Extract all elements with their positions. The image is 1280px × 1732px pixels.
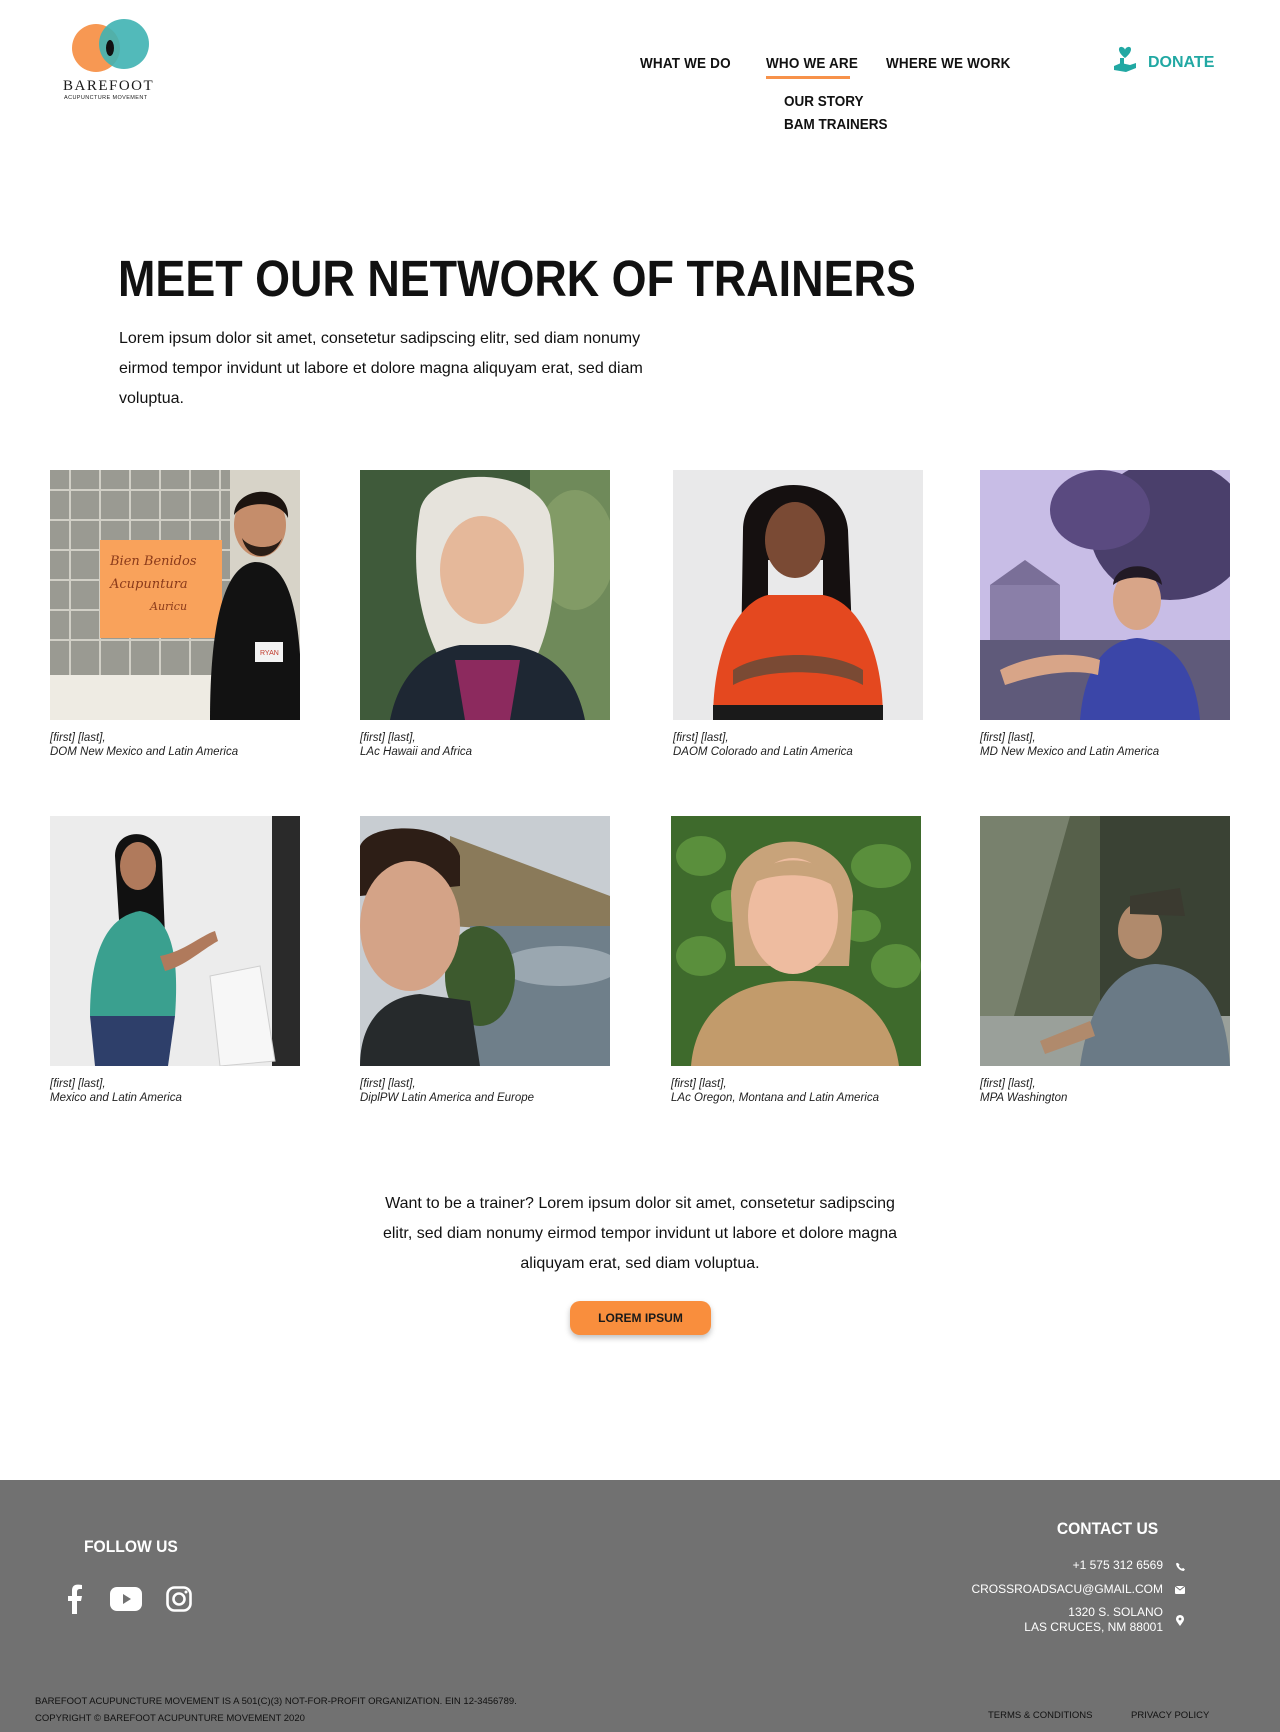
copyright: COPYRIGHT © BAREFOOT ACUPUNTURE MOVEMENT… xyxy=(35,1713,305,1724)
trainer-name: [first] [last], xyxy=(360,1078,416,1090)
contact-phone[interactable]: +1 575 312 6569 xyxy=(1073,1558,1163,1573)
privacy-link[interactable]: PRIVACY POLICY xyxy=(1131,1710,1209,1721)
trainer-credentials: MPA Washington xyxy=(980,1092,1068,1104)
intro-text: Lorem ipsum dolor sit amet, consetetur s… xyxy=(119,330,643,407)
trainer-card[interactable]: [first] [last], MD New Mexico and Latin … xyxy=(980,470,1230,759)
legal-line-1: BAREFOOT ACUPUNCTURE MOVEMENT IS A 501(C… xyxy=(35,1696,517,1707)
trainer-photo xyxy=(671,816,921,1066)
submenu-bam-trainers[interactable]: BAM TRAINERS xyxy=(784,116,888,133)
nav-where-we-work[interactable]: WHERE WE WORK xyxy=(886,55,1011,72)
trainer-name: [first] [last], xyxy=(980,1078,1036,1090)
instagram-icon[interactable] xyxy=(165,1584,193,1614)
contact-us-title: CONTACT US xyxy=(1056,1519,1158,1538)
logo-mark xyxy=(72,19,149,72)
nav-what-we-do[interactable]: WHAT WE DO xyxy=(640,55,731,72)
contact-address-line1: 1320 S. SOLANO xyxy=(1068,1605,1163,1619)
trainer-photo xyxy=(50,816,300,1066)
contact-email[interactable]: CROSSROADSACU@GMAIL.COM xyxy=(971,1582,1163,1597)
hand-heart-icon xyxy=(1112,46,1138,79)
trainer-credentials: DAOM Colorado and Latin America xyxy=(673,746,853,758)
trainer-card[interactable]: Bien Benidos Acupuntura Auricu RYAN [fir… xyxy=(50,470,300,759)
follow-us-title: FOLLOW US xyxy=(84,1537,178,1556)
brand-name: BAREFOOT xyxy=(63,78,155,94)
footer: FOLLOW US CONTACT US +1 575 312 6569 CRO… xyxy=(0,1480,1280,1732)
donate-label: DONATE xyxy=(1148,53,1215,71)
trainer-name: [first] [last], xyxy=(360,732,416,744)
trainer-card[interactable]: [first] [last], MPA Washington xyxy=(980,816,1230,1105)
youtube-icon[interactable] xyxy=(110,1584,142,1614)
trainer-name: [first] [last], xyxy=(980,732,1036,744)
sign-line-2: Acupuntura xyxy=(109,577,188,592)
legal-text: BAREFOOT ACUPUNCTURE MOVEMENT IS A 501(C… xyxy=(35,1693,517,1727)
trainer-name: [first] [last], xyxy=(671,1078,727,1090)
trainer-card[interactable]: [first] [last], DiplPW Latin America and… xyxy=(360,816,610,1105)
donate-button[interactable]: DONATE xyxy=(1112,46,1214,79)
contact-address-line2: LAS CRUCES, NM 88001 xyxy=(1024,1620,1163,1634)
trainer-credentials: DiplPW Latin America and Europe xyxy=(360,1092,535,1104)
trainer-photo xyxy=(360,816,610,1066)
trainer-photo: Bien Benidos Acupuntura Auricu RYAN xyxy=(50,470,300,720)
nav-who-we-are[interactable]: WHO WE ARE xyxy=(766,55,858,72)
trainer-credentials: LAc Oregon, Montana and Latin America xyxy=(671,1092,879,1104)
trainer-name: [first] [last], xyxy=(50,1078,106,1090)
trainer-name: [first] [last], xyxy=(50,732,106,744)
trainer-name: [first] [last], xyxy=(673,732,729,744)
trainer-card[interactable]: [first] [last], LAc Hawaii and Africa xyxy=(360,470,610,759)
envelope-icon xyxy=(1174,1584,1186,1596)
name-badge: RYAN xyxy=(260,650,279,657)
phone-icon xyxy=(1174,1560,1186,1572)
trainer-card[interactable]: [first] [last], DAOM Colorado and Latin … xyxy=(673,470,923,759)
trainer-credentials: DOM New Mexico and Latin America xyxy=(50,746,239,758)
facebook-icon[interactable] xyxy=(60,1584,90,1614)
sign-line-1: Bien Benidos xyxy=(109,554,197,569)
trainer-card[interactable]: [first] [last], Mexico and Latin America xyxy=(50,816,300,1105)
cta-button[interactable]: LOREM IPSUM xyxy=(570,1301,711,1335)
trainer-cta-text: Want to be a trainer? Lorem ipsum dolor … xyxy=(382,1195,898,1272)
submenu-our-story[interactable]: OUR STORY xyxy=(784,93,864,110)
sign-line-3: Auricu xyxy=(149,600,187,613)
trainer-photo xyxy=(980,816,1230,1066)
terms-link[interactable]: TERMS & CONDITIONS xyxy=(988,1710,1093,1721)
brand-tagline: ACUPUNCTURE MOVEMENT xyxy=(64,95,148,101)
page-title: MEET OUR NETWORK OF TRAINERS xyxy=(118,250,916,307)
trainer-credentials: Mexico and Latin America xyxy=(50,1092,182,1104)
nav-active-underline xyxy=(766,76,850,79)
trainer-credentials: LAc Hawaii and Africa xyxy=(360,746,473,758)
trainer-photo xyxy=(980,470,1230,720)
trainer-card[interactable]: [first] [last], LAc Oregon, Montana and … xyxy=(671,816,921,1105)
map-pin-icon xyxy=(1174,1614,1186,1626)
trainer-photo xyxy=(673,470,923,720)
trainer-photo xyxy=(360,470,610,720)
trainer-credentials: MD New Mexico and Latin America xyxy=(980,746,1160,758)
